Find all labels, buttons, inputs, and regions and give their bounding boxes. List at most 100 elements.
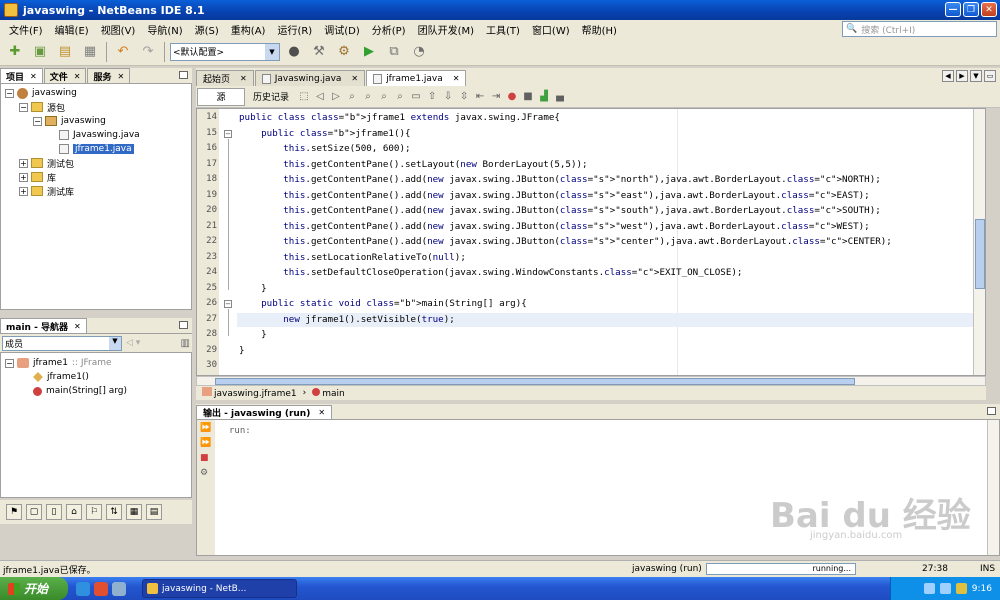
sort-by-source-icon[interactable]: ▦ bbox=[126, 504, 142, 520]
start-button[interactable]: 开始 bbox=[0, 577, 68, 600]
scroll-right-icon[interactable]: ▶ bbox=[956, 70, 968, 82]
menu-item[interactable]: 视图(V) bbox=[95, 22, 142, 37]
collapse-icon[interactable]: − bbox=[5, 358, 14, 368]
stop-macro-icon[interactable]: ■ bbox=[521, 90, 535, 104]
find-next-icon[interactable]: ⌕ bbox=[361, 90, 375, 104]
build-hammer-icon[interactable]: ⚒ bbox=[308, 41, 330, 63]
fold-toggle-icon[interactable]: − bbox=[224, 129, 232, 138]
uncomment-icon[interactable]: ▄ bbox=[553, 90, 567, 104]
close-icon[interactable]: ✕ bbox=[453, 74, 460, 83]
output-vertical-scrollbar[interactable] bbox=[987, 420, 999, 555]
find-previous-icon[interactable]: ⌕ bbox=[345, 90, 359, 104]
toggle-highlight-icon[interactable]: ⌕ bbox=[393, 90, 407, 104]
undo-icon[interactable]: ↶ bbox=[112, 41, 134, 63]
last-edit-icon[interactable]: ⬚ bbox=[297, 90, 311, 104]
panel-tab[interactable]: 服务 ✕ bbox=[87, 68, 131, 83]
scroll-left-icon[interactable]: ◀ bbox=[942, 70, 954, 82]
rerun-customized-icon[interactable]: ⏩ bbox=[200, 438, 212, 450]
filter-nonpublic-icon[interactable]: ▯ bbox=[46, 504, 62, 520]
navigator-member-main[interactable]: main(String[] arg) bbox=[1, 384, 191, 398]
configuration-select[interactable]: <默认配置> ▼ bbox=[170, 42, 280, 61]
tree-node[interactable]: − 源包 bbox=[1, 100, 191, 114]
tree-node[interactable]: + 库 bbox=[1, 170, 191, 184]
profile-icon[interactable]: ◔ bbox=[408, 41, 430, 63]
search-input[interactable]: 🔍 搜索 (Ctrl+I) bbox=[842, 21, 997, 37]
tree-node[interactable]: jframe1.java bbox=[1, 142, 191, 156]
breadcrumb-class[interactable]: javaswing.jframe1 bbox=[202, 387, 297, 399]
close-icon[interactable]: ✕ bbox=[74, 322, 81, 331]
history-view-button[interactable]: 历史记录 bbox=[247, 90, 295, 103]
menu-item[interactable]: 工具(T) bbox=[480, 22, 526, 37]
expand-icon[interactable]: + bbox=[19, 172, 28, 182]
start-macro-icon[interactable]: ● bbox=[505, 90, 519, 104]
minimize-panel-icon[interactable] bbox=[179, 321, 188, 329]
toggle-rect-select-icon[interactable]: ▭ bbox=[409, 90, 423, 104]
minimize-panel-icon[interactable] bbox=[987, 407, 996, 415]
comment-icon[interactable]: ▟ bbox=[537, 90, 551, 104]
editor-tab[interactable]: Javaswing.java ✕ bbox=[254, 70, 366, 86]
close-icon[interactable]: ✕ bbox=[30, 72, 37, 81]
clock[interactable]: 9:16 bbox=[972, 584, 992, 594]
tree-node[interactable]: − javaswing bbox=[1, 114, 191, 128]
navigator-filter-select[interactable]: 成员 ▼ bbox=[2, 335, 122, 351]
scrollbar-thumb[interactable] bbox=[215, 378, 855, 385]
close-icon[interactable]: ✕ bbox=[318, 408, 325, 417]
menu-item[interactable]: 编辑(E) bbox=[49, 22, 95, 37]
save-all-icon[interactable]: ▦ bbox=[79, 41, 101, 63]
navigator-tab[interactable]: main - 导航器 ✕ bbox=[0, 318, 87, 333]
close-icon[interactable]: ✕ bbox=[240, 74, 247, 83]
open-project-icon[interactable]: ▤ bbox=[54, 41, 76, 63]
new-file-icon[interactable]: ▣ bbox=[29, 41, 51, 63]
maximize-button[interactable]: ❐ bbox=[963, 2, 979, 17]
document-list-icon[interactable]: ▼ bbox=[970, 70, 982, 82]
menu-item[interactable]: 团队开发(M) bbox=[412, 22, 480, 37]
minimize-button[interactable]: — bbox=[945, 2, 961, 17]
output-tab[interactable]: 输出 - javaswing (run) ✕ bbox=[196, 405, 333, 419]
shift-left-icon[interactable]: ⇤ bbox=[473, 90, 487, 104]
toggle-bookmark-icon[interactable]: ⇳ bbox=[457, 90, 471, 104]
breadcrumb-method[interactable]: main bbox=[312, 387, 345, 399]
next-bookmark-icon[interactable]: ⇩ bbox=[441, 90, 455, 104]
filter-static-icon[interactable]: ▢ bbox=[26, 504, 42, 520]
volume-icon[interactable] bbox=[939, 583, 951, 594]
menu-item[interactable]: 帮助(H) bbox=[576, 22, 623, 37]
close-button[interactable]: ✕ bbox=[981, 2, 997, 17]
security-icon[interactable] bbox=[955, 583, 967, 594]
back-icon[interactable]: ◁ bbox=[313, 90, 327, 104]
menu-item[interactable]: 导航(N) bbox=[141, 22, 188, 37]
rerun-icon[interactable]: ⏩ bbox=[200, 423, 212, 435]
filter-inherited-icon[interactable]: ⌂ bbox=[66, 504, 82, 520]
history-dropdown-icon[interactable]: ◁ ▾ bbox=[126, 338, 140, 348]
menu-item[interactable]: 运行(R) bbox=[271, 22, 318, 37]
expand-icon[interactable]: + bbox=[19, 158, 28, 168]
sort-by-name-icon[interactable]: ⇅ bbox=[106, 504, 122, 520]
editor-horizontal-scrollbar[interactable] bbox=[196, 376, 986, 386]
editor-vertical-scrollbar[interactable] bbox=[973, 109, 985, 375]
editor-tab[interactable]: 起始页 ✕ bbox=[196, 70, 254, 86]
stop-icon[interactable]: ■ bbox=[200, 453, 212, 465]
menu-item[interactable]: 窗口(W) bbox=[526, 22, 576, 37]
network-icon[interactable] bbox=[923, 583, 935, 594]
code-editor[interactable]: 14 public class class="b">jframe1 extends… bbox=[196, 108, 986, 376]
panel-tab[interactable]: 项目 ✕ bbox=[0, 68, 43, 83]
run-icon[interactable]: ▶ bbox=[358, 41, 380, 63]
panel-tab[interactable]: 文件 ✕ bbox=[43, 68, 87, 83]
filter-fqn-icon[interactable]: ⚐ bbox=[86, 504, 102, 520]
settings-icon[interactable]: ⚙ bbox=[200, 468, 212, 480]
collapse-icon[interactable]: − bbox=[33, 116, 42, 126]
minimize-panel-icon[interactable] bbox=[179, 71, 188, 79]
taskbar-item-netbeans[interactable]: javaswing - NetB... bbox=[142, 579, 297, 598]
forward-icon[interactable]: ▷ bbox=[329, 90, 343, 104]
maximize-icon[interactable]: ▭ bbox=[984, 70, 996, 82]
prev-bookmark-icon[interactable]: ⇧ bbox=[425, 90, 439, 104]
progress-bar[interactable]: running... bbox=[706, 563, 856, 575]
tree-node[interactable]: + 测试库 bbox=[1, 184, 191, 198]
scrollbar-thumb[interactable] bbox=[975, 219, 985, 289]
navigator-class-node[interactable]: − jframe1 :: JFrame bbox=[1, 356, 191, 370]
collapse-icon[interactable]: − bbox=[19, 102, 28, 112]
shift-right-icon[interactable]: ⇥ bbox=[489, 90, 503, 104]
filter-fields-icon[interactable]: ⚑ bbox=[6, 504, 22, 520]
close-icon[interactable]: ✕ bbox=[117, 72, 124, 81]
close-icon[interactable]: ✕ bbox=[74, 72, 81, 81]
menu-item[interactable]: 调试(D) bbox=[318, 22, 366, 37]
